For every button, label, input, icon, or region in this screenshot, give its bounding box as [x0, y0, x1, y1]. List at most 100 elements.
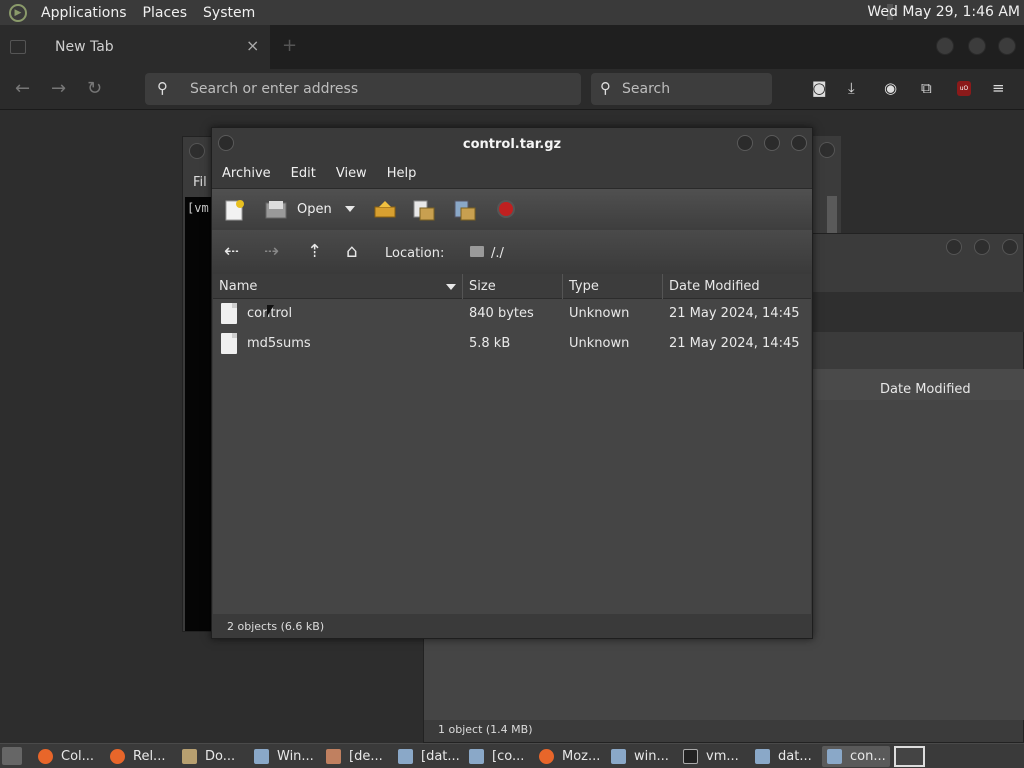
taskbar-item[interactable]: [co...: [469, 746, 533, 767]
location-path[interactable]: /./: [491, 246, 504, 261]
search-placeholder: Search: [622, 81, 671, 97]
window-button[interactable]: [189, 143, 205, 159]
column-header-date-modified[interactable]: Date Modified: [880, 382, 971, 397]
ublock-origin-icon[interactable]: uO: [957, 81, 971, 96]
pocket-icon[interactable]: ◙: [812, 79, 827, 97]
search-icon: ⚲: [157, 79, 168, 97]
minimize-button[interactable]: [946, 239, 962, 255]
url-bar[interactable]: ⚲ Search or enter address: [145, 73, 581, 105]
menu-places[interactable]: Places: [135, 5, 196, 21]
maximize-button[interactable]: [764, 135, 780, 151]
taskbar-item-label: con...: [850, 749, 886, 764]
taskbar-item[interactable]: Moz...: [539, 746, 605, 767]
taskbar-item[interactable]: dat...: [755, 746, 819, 767]
taskbar: Col... Rel... Do... Win... [de... [dat..…: [0, 743, 1024, 768]
firefox-icon: [38, 749, 53, 764]
taskbar-item[interactable]: win...: [611, 746, 675, 767]
up-arrow-icon[interactable]: ⇡: [307, 241, 322, 262]
close-button[interactable]: [1002, 239, 1018, 255]
table-row[interactable]: control 840 bytes Unknown 21 May 2024, 1…: [213, 299, 811, 329]
browser-tab-bar: New Tab × +: [0, 25, 1024, 69]
new-archive-icon[interactable]: [224, 199, 246, 221]
clock[interactable]: Wed May 29, 1:46 AM: [867, 4, 1020, 20]
taskbar-item[interactable]: Col...: [38, 746, 102, 767]
tab-close-icon[interactable]: ×: [246, 36, 259, 55]
home-icon[interactable]: ⌂: [346, 241, 357, 262]
open-archive-icon[interactable]: [264, 199, 288, 221]
menu-applications[interactable]: Applications: [33, 5, 135, 21]
column-header-size[interactable]: Size: [463, 274, 563, 299]
close-button[interactable]: [791, 135, 807, 151]
taskbar-item-label: win...: [634, 749, 669, 764]
back-arrow-icon[interactable]: ←: [15, 78, 30, 99]
taskbar-item-label: dat...: [778, 749, 812, 764]
search-bar[interactable]: ⚲ Search: [591, 73, 772, 105]
open-dropdown-chevron-icon[interactable]: [345, 205, 355, 213]
add-folder-icon[interactable]: [453, 199, 477, 223]
window-button[interactable]: [819, 142, 835, 158]
taskbar-item[interactable]: Rel...: [110, 746, 174, 767]
download-icon[interactable]: ⤓: [848, 79, 855, 97]
archive-icon: [254, 749, 269, 764]
menu-edit[interactable]: Edit: [281, 160, 326, 188]
scrollbar-thumb[interactable]: [827, 196, 837, 236]
maximize-button[interactable]: [974, 239, 990, 255]
maximize-button[interactable]: [968, 37, 986, 55]
taskbar-item[interactable]: Do...: [182, 746, 246, 767]
distro-logo-icon[interactable]: ▶: [9, 3, 27, 22]
extensions-icon[interactable]: ⧉: [921, 79, 932, 97]
hamburger-menu-icon[interactable]: ≡: [992, 79, 1005, 97]
taskbar-item-label: Moz...: [562, 749, 601, 764]
taskbar-item-label: [dat...: [421, 749, 460, 764]
menu-help[interactable]: Help: [377, 160, 427, 188]
archive-manager-window[interactable]: control.tar.gz Archive Edit View Help Op…: [211, 127, 813, 639]
column-header-name[interactable]: Name: [213, 274, 463, 299]
browser-tab[interactable]: New Tab ×: [0, 25, 270, 69]
browser-toolbar: ← → ↻ ⚲ Search or enter address ⚲ Search…: [0, 69, 1024, 110]
open-button-label[interactable]: Open: [297, 202, 332, 217]
taskbar-item[interactable]: [de...: [326, 746, 390, 767]
archive-icon: [827, 749, 842, 764]
menu-view[interactable]: View: [326, 160, 377, 188]
sort-descending-icon: [446, 284, 456, 290]
taskbar-item[interactable]: vm...: [683, 746, 747, 767]
taskbar-item-label: Do...: [205, 749, 236, 764]
window-titlebar[interactable]: control.tar.gz: [212, 128, 812, 160]
taskbar-item[interactable]: Win...: [254, 746, 320, 767]
account-icon[interactable]: ◉: [884, 79, 897, 97]
firefox-icon: [539, 749, 554, 764]
taskbar-item-active[interactable]: con...: [822, 746, 890, 767]
forward-arrow-icon[interactable]: →: [51, 78, 66, 99]
back-arrow-icon[interactable]: ⇠: [224, 241, 239, 262]
stop-icon[interactable]: [496, 199, 516, 219]
location-bar: ⇠ ⇢ ⇡ ⌂ Location: /./: [212, 230, 812, 274]
file-list[interactable]: Name Size Type Date Modified control 840…: [213, 274, 811, 614]
terminal-menu-file[interactable]: Fil: [193, 175, 207, 190]
list-header: Name Size Type Date Modified: [213, 274, 811, 299]
tab-favicon-icon: [10, 40, 26, 54]
file-icon: [221, 303, 237, 324]
column-header-date-modified[interactable]: Date Modified: [663, 274, 811, 299]
column-header-type[interactable]: Type: [563, 274, 663, 299]
table-row[interactable]: md5sums 5.8 kB Unknown 21 May 2024, 14:4…: [213, 329, 811, 359]
menu-archive[interactable]: Archive: [212, 160, 281, 188]
taskbar-item[interactable]: [dat...: [398, 746, 462, 767]
close-button[interactable]: [998, 37, 1016, 55]
folder-icon: [470, 246, 484, 257]
minimize-button[interactable]: [936, 37, 954, 55]
menu-system[interactable]: System: [195, 5, 263, 21]
extract-icon[interactable]: [373, 199, 397, 221]
archive-icon: [398, 749, 413, 764]
add-files-icon[interactable]: [412, 199, 436, 223]
workspace-switcher[interactable]: [894, 746, 925, 767]
reload-icon[interactable]: ↻: [87, 78, 102, 99]
folder-icon: [182, 749, 197, 764]
window-title: control.tar.gz: [462, 137, 562, 152]
forward-arrow-icon[interactable]: ⇢: [264, 241, 279, 262]
search-icon: ⚲: [600, 79, 611, 97]
file-icon: [221, 333, 237, 354]
minimize-button[interactable]: [737, 135, 753, 151]
file-size: 5.8 kB: [469, 336, 511, 351]
new-tab-button[interactable]: +: [282, 35, 297, 56]
show-desktop-icon[interactable]: [2, 747, 22, 765]
